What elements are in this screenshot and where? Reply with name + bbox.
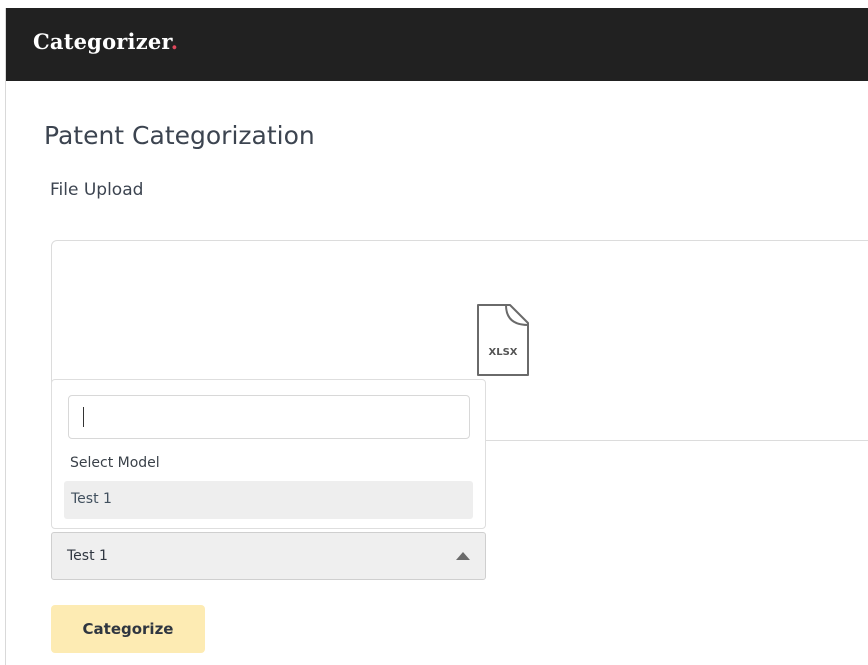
model-select[interactable]: Test 1	[51, 532, 486, 580]
model-dropdown-menu: Select Model Test 1	[51, 379, 486, 529]
file-upload-label: File Upload	[50, 180, 144, 200]
model-option-label: Test 1	[71, 491, 112, 507]
brand-logo[interactable]: Categorizer.	[33, 29, 178, 54]
page-title: Patent Categorization	[44, 121, 315, 150]
model-option[interactable]: Test 1	[64, 481, 473, 519]
app-window: Categorizer. Patent Categorization File …	[5, 8, 868, 665]
brand-dot: .	[170, 29, 179, 54]
model-search-input[interactable]	[68, 395, 470, 439]
option-group-header: Select Model	[70, 455, 160, 471]
text-cursor	[83, 407, 84, 427]
xlsx-file-icon: XLSX	[477, 304, 529, 376]
brand-name: Categorizer	[33, 29, 171, 54]
top-navbar: Categorizer.	[6, 8, 868, 81]
categorize-button[interactable]: Categorize	[51, 605, 205, 653]
file-type-label: XLSX	[489, 347, 518, 358]
caret-up-icon	[456, 552, 470, 560]
selected-model-value: Test 1	[67, 548, 108, 564]
